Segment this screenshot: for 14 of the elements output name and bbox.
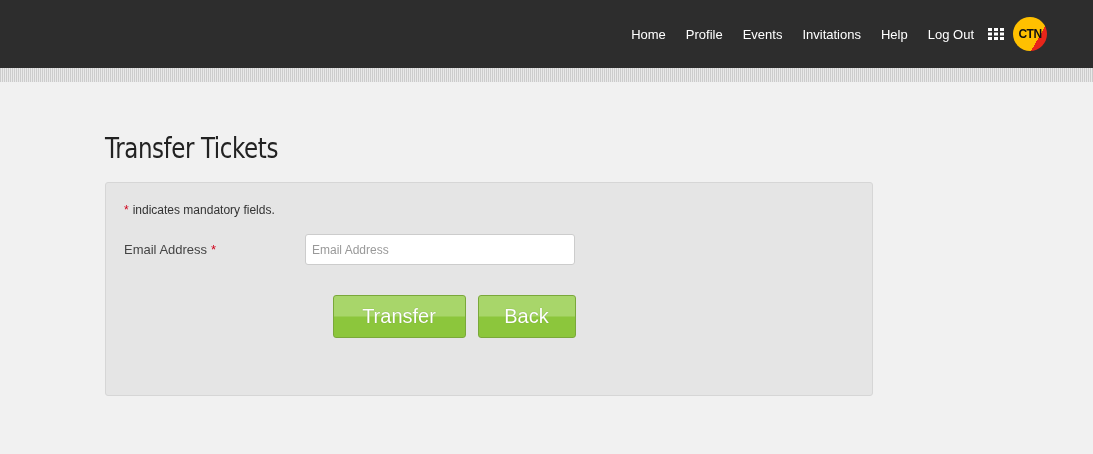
nav-link[interactable]: Events [732, 26, 793, 42]
email-field[interactable]: Email Address [305, 234, 575, 265]
nav-link[interactable]: Invitations [792, 26, 871, 42]
nav-link[interactable]: Help [871, 26, 918, 42]
nav-link[interactable]: Home [621, 26, 676, 42]
required-asterisk: * [211, 242, 217, 257]
nav-link[interactable]: Profile [675, 26, 733, 42]
page-title: Transfer Tickets [105, 132, 278, 165]
required-asterisk: * [124, 203, 129, 217]
mandatory-note: indicates mandatory fields. [132, 203, 275, 217]
apps-grid-icon[interactable] [988, 28, 1004, 40]
field-label: Email Address [124, 242, 208, 257]
nav-link[interactable]: Log Out [917, 26, 984, 42]
logo[interactable]: CTN [1013, 17, 1047, 51]
